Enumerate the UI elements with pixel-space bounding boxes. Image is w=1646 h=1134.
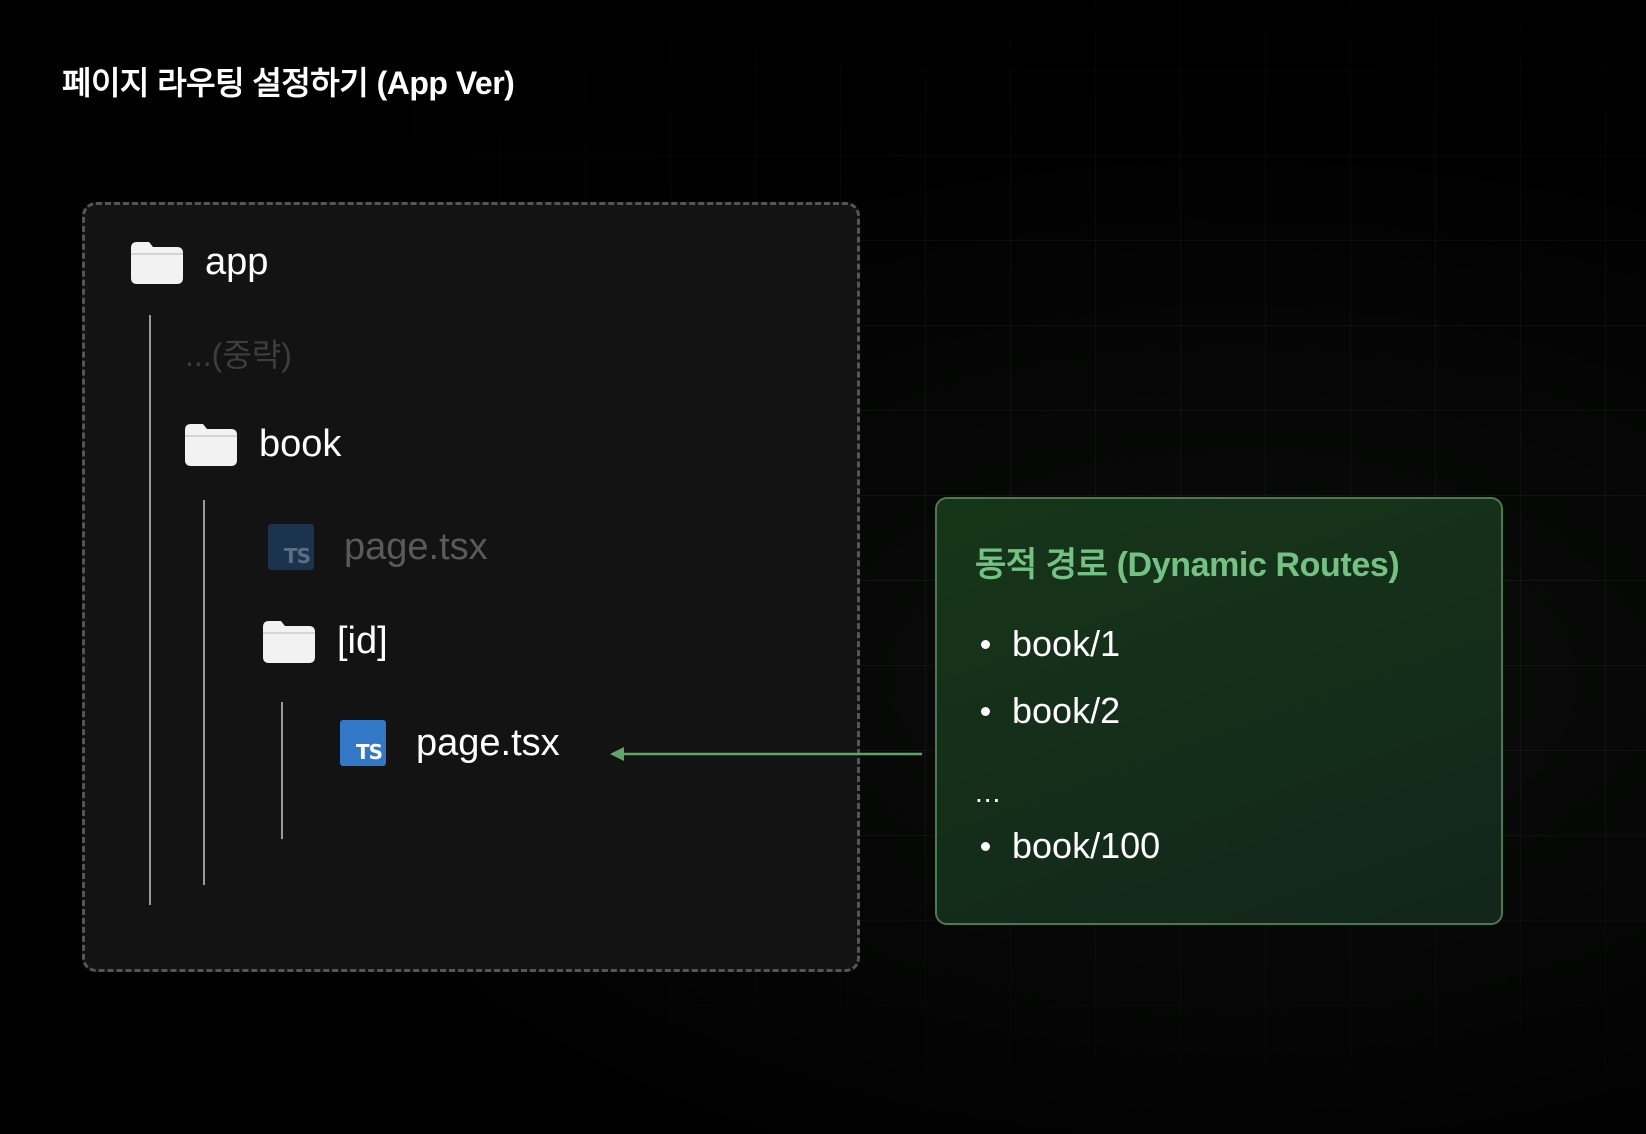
file-tree-panel: app ...(중략) book TS page.tsx [id] TS pag… [82,202,860,972]
route-item: book/1 [975,623,1120,665]
route-item: book/100 [975,825,1160,867]
route-label: book/2 [1012,690,1121,731]
slide: 페이지 라우팅 설정하기 (App Ver) app ...(중략) book [0,0,1646,1134]
connector-arrow [610,747,922,761]
tree-guide-line-id [281,702,283,839]
file-name: page.tsx [344,525,488,568]
tree-item-id[interactable]: [id] [263,620,388,663]
tree-item-id-page[interactable]: TS page.tsx [340,720,560,766]
folder-name: book [259,423,342,465]
folder-name: [id] [337,620,388,662]
tree-item-book-page[interactable]: TS page.tsx [268,524,488,570]
typescript-file-icon: TS [268,524,314,570]
tree-item-app[interactable]: app [131,241,268,284]
tree-item-book[interactable]: book [185,423,341,466]
tree-guide-line-app [149,315,151,905]
page-title: 페이지 라우팅 설정하기 (App Ver) [62,65,515,101]
bullet-icon [981,841,990,851]
dynamic-routes-panel: 동적 경로 (Dynamic Routes) book/1 book/2 ...… [935,497,1503,925]
file-name: page.tsx [416,721,560,764]
folder-name: app [205,241,269,283]
info-title: 동적 경로 (Dynamic Routes) [975,546,1400,584]
omitted-label: ...(중략) [185,337,292,373]
folder-icon [185,423,237,466]
folder-icon [131,241,183,284]
tree-guide-line-book [203,500,205,885]
route-label: book/1 [1012,623,1121,664]
bullet-icon [981,639,990,649]
route-item: book/2 [975,690,1120,732]
bullet-icon [981,706,990,716]
folder-icon [263,620,315,663]
tree-omitted-note: ...(중략) [185,330,292,376]
typescript-file-icon: TS [340,720,386,766]
route-label: book/100 [1012,825,1161,866]
route-ellipsis: ... [975,777,1002,808]
